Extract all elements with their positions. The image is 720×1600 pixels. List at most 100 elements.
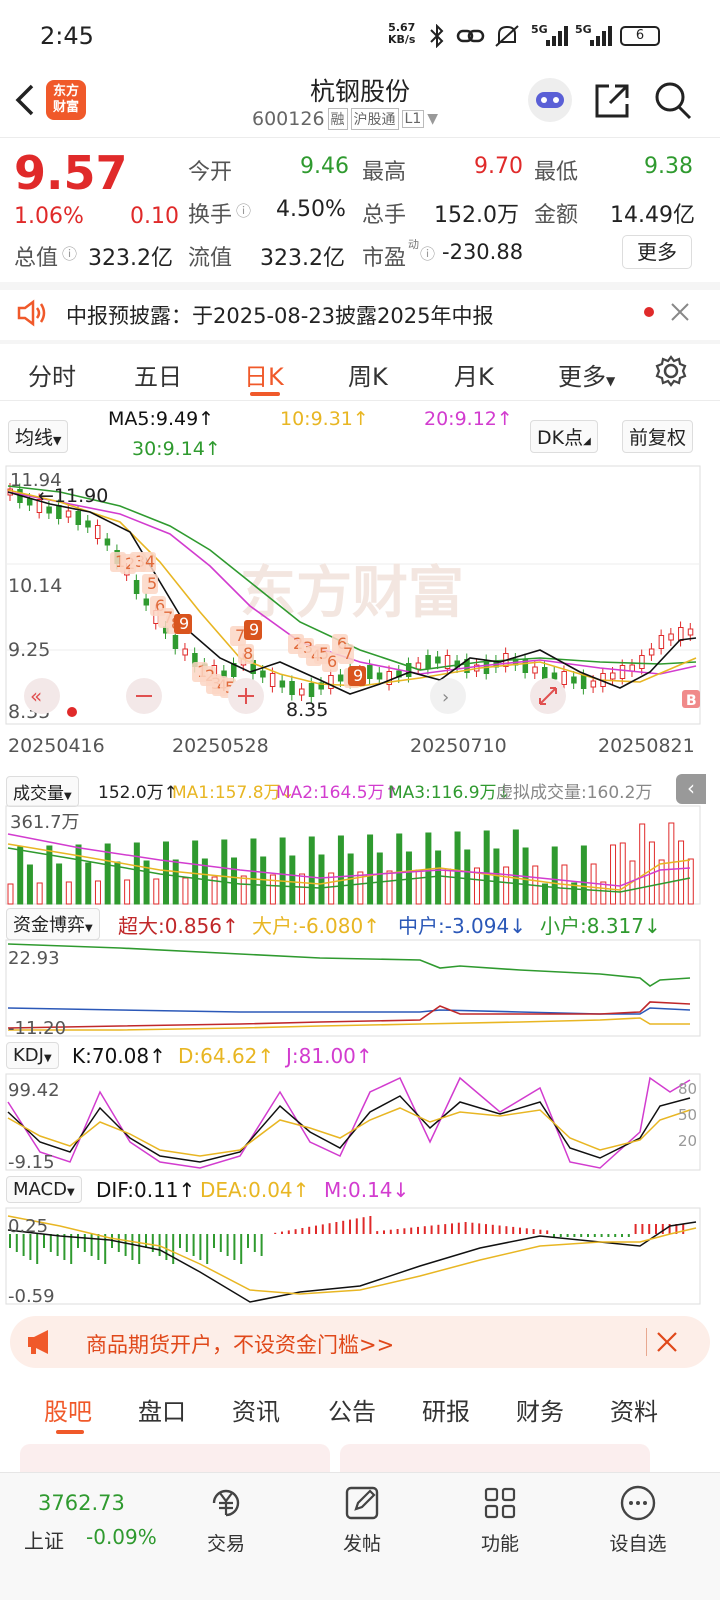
- adjust-toggle[interactable]: 前复权: [622, 420, 694, 453]
- settings-icon[interactable]: [654, 354, 688, 388]
- kdj-indicator-selector[interactable]: KDJ▼: [6, 1042, 59, 1069]
- section-tabs: 股吧 盘口 资讯 公告 研报 财务 资料: [0, 1380, 720, 1436]
- tab-daily-k[interactable]: 日K: [244, 357, 284, 392]
- tab-financials[interactable]: 财务: [516, 1392, 564, 1427]
- candle: [532, 666, 538, 674]
- volume-indicator-selector[interactable]: 成交量▼: [6, 776, 79, 807]
- volume-bar: [133, 842, 140, 905]
- info-icon[interactable]: ⓘ: [236, 200, 251, 221]
- period-tabs: 分时 五日 日K 周K 月K 更多▼: [0, 344, 720, 400]
- promo-banner[interactable]: 商品期货开户，不设资金门槛>>: [10, 1316, 710, 1368]
- tab-order-book[interactable]: 盘口: [138, 1392, 186, 1427]
- pct-change: 1.06%: [14, 204, 84, 229]
- tab-forum[interactable]: 股吧: [44, 1392, 92, 1427]
- nav-functions[interactable]: 功能: [460, 1483, 540, 1563]
- chevron-down-icon[interactable]: ▼: [427, 111, 438, 127]
- ma-selector[interactable]: 均线▼: [8, 420, 69, 453]
- mute-icon: [495, 25, 519, 47]
- volume-bar: [7, 883, 14, 905]
- volume-bar: [114, 861, 121, 905]
- candle: [172, 635, 179, 649]
- volume-bar: [483, 830, 490, 905]
- trade-amount: 14.49亿: [610, 203, 695, 228]
- sequence-mark-label: 9: [179, 614, 189, 633]
- svg-text:-9.15: -9.15: [8, 1152, 55, 1172]
- date-label-4: 20250821: [598, 735, 695, 757]
- candle: [590, 680, 597, 688]
- more-dots-icon: [620, 1485, 656, 1521]
- grid-icon: [484, 1487, 516, 1519]
- signal-icon: [590, 26, 612, 46]
- tab-research[interactable]: 研报: [422, 1392, 470, 1427]
- volume-bar: [269, 874, 276, 905]
- volume-bar: [580, 845, 587, 905]
- dk-point-toggle[interactable]: DK点◢: [530, 420, 598, 453]
- tab-monthly-k[interactable]: 月K: [454, 357, 494, 392]
- index-ticker[interactable]: 3762.73 上证 -0.09%: [20, 1487, 170, 1557]
- tab-profile[interactable]: 资料: [610, 1392, 658, 1427]
- candle: [289, 681, 295, 695]
- abs-change: 0.10: [130, 204, 179, 229]
- assistant-avatar[interactable]: [528, 78, 572, 122]
- low-price: 9.38: [644, 154, 693, 179]
- more-button[interactable]: 更多: [622, 235, 692, 269]
- candle: [279, 680, 286, 688]
- search-icon[interactable]: [653, 80, 693, 120]
- nav-post[interactable]: 发帖: [322, 1483, 402, 1563]
- signal-icon: [546, 26, 568, 46]
- volume-bar: [405, 851, 412, 905]
- nav-trade[interactable]: 交易: [186, 1483, 266, 1563]
- share-icon[interactable]: [593, 82, 631, 120]
- svg-text:-0.59: -0.59: [8, 1286, 55, 1306]
- info-icon[interactable]: ⓘ: [420, 243, 435, 264]
- index-pct: -0.09%: [86, 1525, 157, 1549]
- volume-bar: [415, 869, 422, 905]
- volume-chart: 361.7万: [5, 805, 701, 905]
- tab-intraday[interactable]: 分时: [28, 357, 76, 392]
- min-price-label: 8.35: [286, 699, 328, 721]
- close-icon[interactable]: [670, 302, 690, 322]
- info-icon[interactable]: ⓘ: [62, 243, 77, 264]
- candle: [65, 510, 72, 518]
- notice-bar[interactable]: 中报预披露：于2025-08-23披露2025年中报: [0, 290, 720, 340]
- svg-text:22.93: 22.93: [8, 948, 60, 969]
- high-price: 9.70: [474, 154, 523, 179]
- float-cap: 323.2亿: [260, 246, 345, 271]
- volume-bar: [678, 840, 685, 905]
- volume-bar: [94, 880, 101, 905]
- capital-indicator-selector[interactable]: 资金博弈▼: [6, 908, 100, 940]
- svg-text:99.42: 99.42: [8, 1080, 60, 1101]
- nav-add-watchlist[interactable]: 设自选: [598, 1483, 678, 1563]
- volume-bar: [600, 881, 607, 905]
- connect-tag: 沪股通: [350, 108, 399, 130]
- candle: [269, 673, 276, 687]
- svg-text:50: 50: [678, 1106, 697, 1124]
- index-value: 3762.73: [38, 1491, 125, 1515]
- volume-bar: [289, 855, 296, 905]
- close-icon[interactable]: [656, 1331, 678, 1353]
- index-name: 上证: [24, 1529, 64, 1553]
- tab-weekly-k[interactable]: 周K: [348, 357, 388, 392]
- tab-five-day[interactable]: 五日: [134, 357, 182, 392]
- speaker-icon: [17, 299, 46, 327]
- capital-flow-panel: 资金博弈▼ 超大:0.856↑ 大户:-6.080↑ 中户:-3.094↓ 小户…: [0, 906, 720, 1040]
- tab-news[interactable]: 资讯: [232, 1392, 280, 1427]
- svg-text:361.7万: 361.7万: [10, 812, 80, 833]
- pe-ratio: -230.88: [442, 240, 524, 264]
- sequence-mark-label: 6: [327, 652, 337, 671]
- macd-indicator-selector[interactable]: MACD▼: [6, 1176, 82, 1203]
- volume-bar: [299, 873, 306, 905]
- tab-announcements[interactable]: 公告: [328, 1392, 376, 1427]
- sequence-mark-label: 4: [145, 552, 155, 571]
- tab-more[interactable]: 更多▼: [558, 357, 615, 392]
- collapse-panel-button[interactable]: ‹: [676, 774, 706, 804]
- stock-code-row: 600126 融 沪股通 L1 ▼: [252, 108, 438, 130]
- volume-bar: [172, 859, 179, 905]
- volume-bar: [337, 835, 344, 905]
- volume-bar: [308, 836, 315, 905]
- sequence-mark-label: 7: [343, 644, 353, 663]
- svg-text:›: ›: [442, 687, 449, 708]
- kline-chart[interactable]: 东方财富 11.94 10.14 9.25 8.35 ←11.90 8.35 1…: [0, 462, 720, 772]
- last-price: 9.57: [14, 146, 128, 200]
- market-cap: 323.2亿: [88, 246, 173, 271]
